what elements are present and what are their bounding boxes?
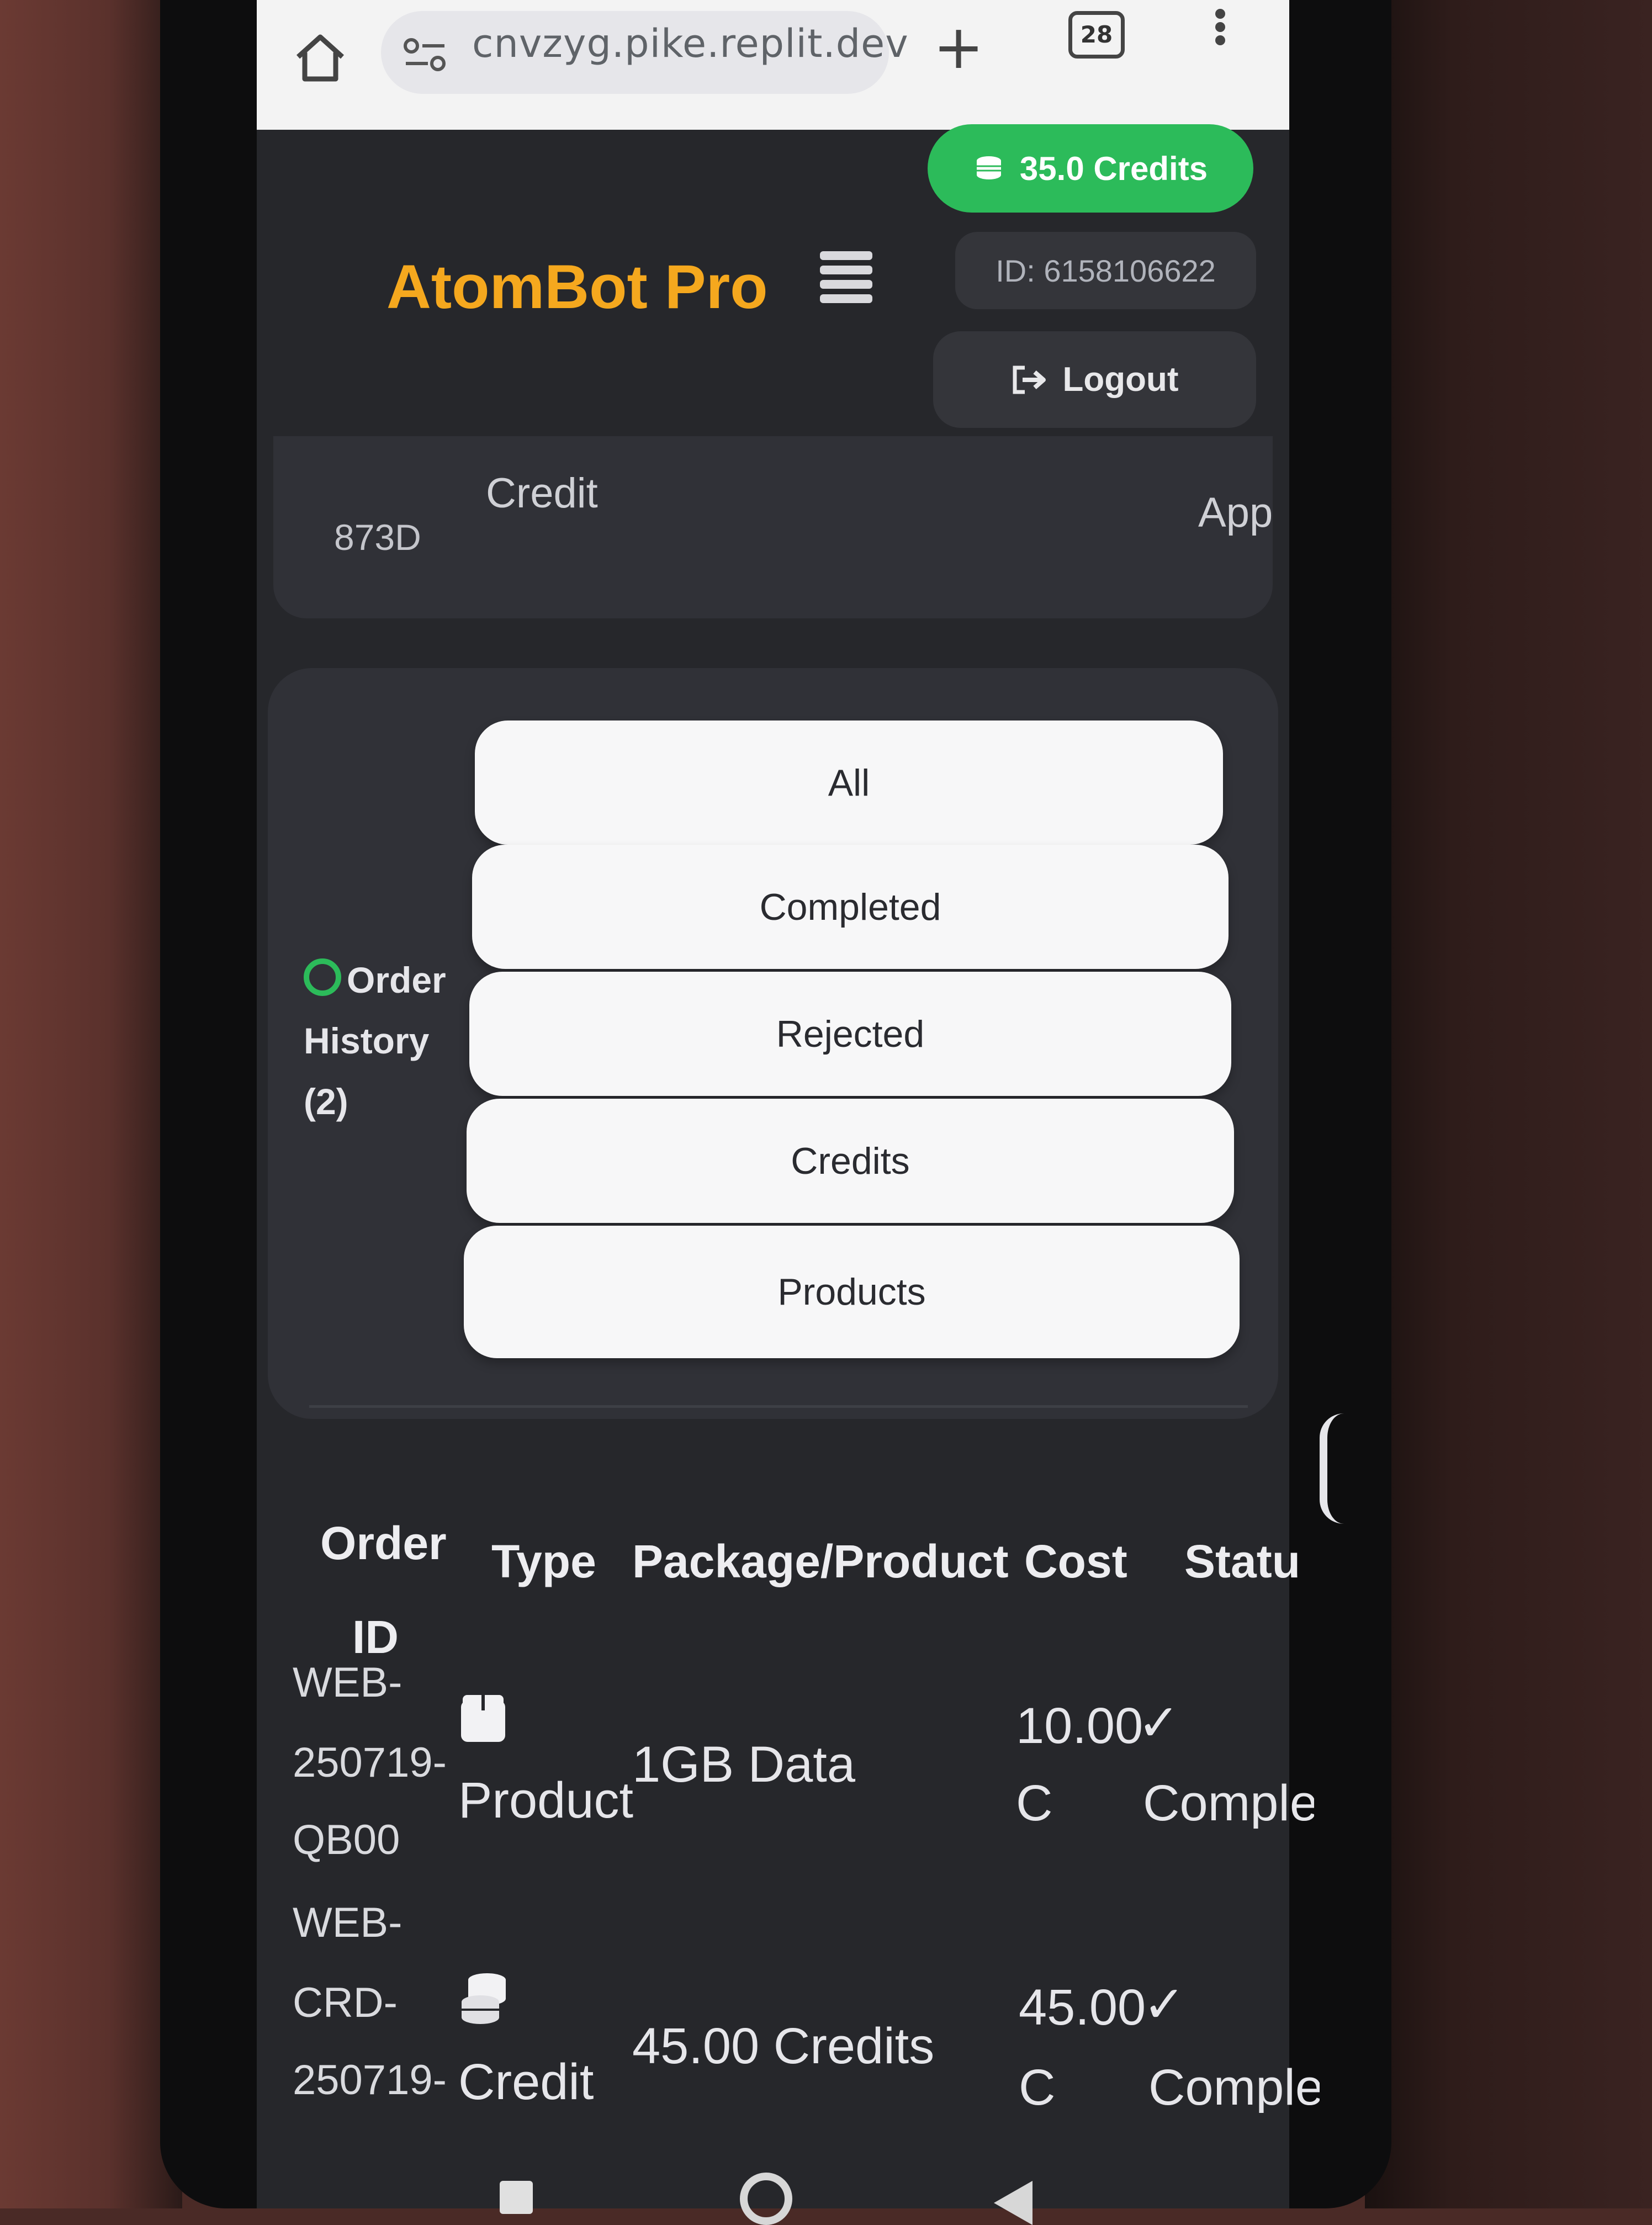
coins-icon bbox=[462, 1973, 506, 2024]
tab-count-button[interactable]: 28 bbox=[1068, 11, 1125, 59]
coins-icon bbox=[976, 156, 1001, 179]
row-type: Product bbox=[458, 1772, 634, 1829]
home-icon[interactable] bbox=[293, 30, 348, 86]
row-package: 45.00 Credits bbox=[632, 2018, 935, 2074]
logout-icon bbox=[1013, 365, 1046, 394]
section-divider bbox=[309, 1405, 1248, 1408]
new-tab-icon[interactable]: + bbox=[933, 17, 984, 77]
filter-completed-button[interactable]: Completed bbox=[472, 845, 1229, 969]
row-status: Comple bbox=[1143, 1778, 1314, 1829]
filter-all-button[interactable]: All bbox=[475, 721, 1223, 845]
prev-status: App bbox=[1198, 489, 1273, 536]
back-nav-icon[interactable] bbox=[994, 2181, 1032, 2225]
home-nav-icon[interactable] bbox=[740, 2173, 792, 2225]
column-header-type: Type bbox=[491, 1535, 596, 1587]
row-type: Credit bbox=[458, 2054, 594, 2110]
history-icon bbox=[304, 958, 341, 996]
column-header-status: Statu bbox=[1184, 1535, 1300, 1587]
column-header-order-id: Order ID bbox=[320, 1517, 447, 1663]
column-header-package: Package/Product bbox=[632, 1535, 1009, 1587]
credit-request-card bbox=[273, 436, 1273, 618]
order-history-title: Order History (2) bbox=[304, 950, 469, 1132]
order-id-line: CRD- bbox=[293, 1979, 398, 2026]
row-package: 1GB Data bbox=[632, 1736, 855, 1793]
row-cost-unit: C bbox=[1016, 1775, 1053, 1831]
recent-apps-icon[interactable] bbox=[500, 2181, 533, 2214]
order-id-line: 250719- bbox=[293, 2057, 447, 2104]
credits-balance-label: 35.0 Credits bbox=[1019, 150, 1208, 187]
filter-rejected-button[interactable]: Rejected bbox=[469, 972, 1231, 1096]
prev-order-id: 873D bbox=[334, 517, 421, 558]
row-cost-unit: C bbox=[1019, 2059, 1056, 2116]
hamburger-menu-icon[interactable] bbox=[820, 251, 872, 303]
row-cost: 45.00 bbox=[1019, 1979, 1146, 2036]
site-settings-icon[interactable] bbox=[400, 36, 450, 75]
logout-button[interactable]: Logout bbox=[933, 331, 1256, 428]
photo-background-left bbox=[0, 0, 182, 2208]
brand-logo-text[interactable]: AtomBot Pro bbox=[386, 251, 768, 322]
order-id-line: 250719- bbox=[293, 1739, 447, 1786]
order-id-line: WEB- bbox=[293, 1899, 403, 1946]
column-header-cost: Cost bbox=[1024, 1535, 1127, 1587]
photo-background-right bbox=[1365, 0, 1652, 2208]
filter-credits-button[interactable]: Credits bbox=[467, 1099, 1234, 1223]
url-text[interactable]: cnvzyg.pike.replit.dev bbox=[472, 21, 909, 66]
browser-menu-icon[interactable] bbox=[1212, 6, 1229, 55]
package-icon bbox=[461, 1695, 505, 1742]
logout-label: Logout bbox=[1062, 361, 1179, 399]
row-cost: 10.00 bbox=[1016, 1698, 1143, 1754]
credits-balance-button[interactable]: 35.0 Credits bbox=[928, 124, 1253, 213]
check-icon: ✓ bbox=[1137, 1695, 1180, 1751]
row-status: Comple bbox=[1148, 2062, 1320, 2113]
check-icon: ✓ bbox=[1143, 1977, 1186, 2033]
filter-products-button[interactable]: Products bbox=[464, 1226, 1240, 1358]
user-id-badge: ID: 6158106622 bbox=[955, 232, 1256, 309]
prev-type: Credit bbox=[486, 470, 598, 517]
order-id-line: QB00 bbox=[293, 1816, 400, 1863]
order-id-line: WEB- bbox=[293, 1659, 403, 1706]
horizontal-scroll-handle[interactable] bbox=[1320, 1413, 1344, 1524]
